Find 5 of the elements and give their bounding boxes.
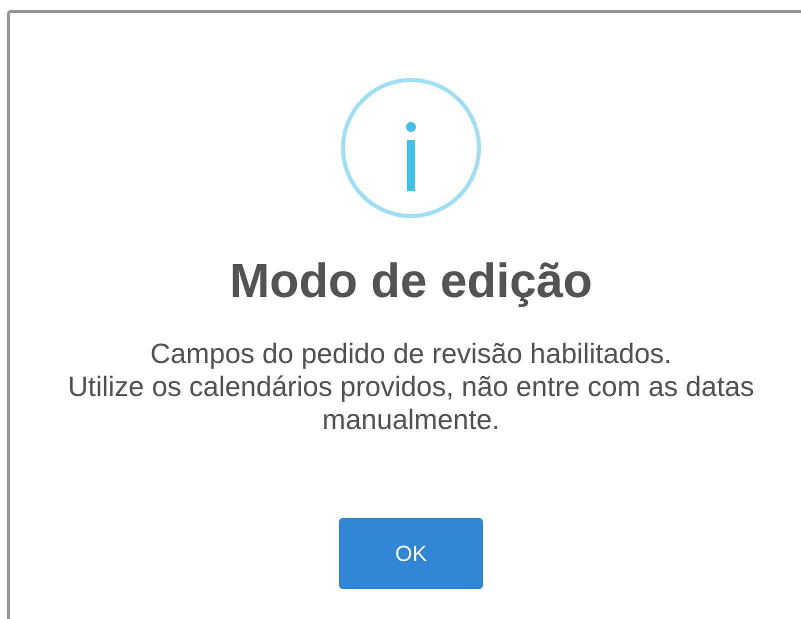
- info-icon: [340, 77, 482, 219]
- dialog-message: Utilize os calendários providos, não entre com as datas manualmente.: [66, 370, 756, 436]
- dialog-message: Campos do pedido de revisão habilitados.: [150, 337, 672, 370]
- ok-button[interactable]: OK: [339, 518, 483, 589]
- dialog-title: Modo de edição: [230, 254, 592, 310]
